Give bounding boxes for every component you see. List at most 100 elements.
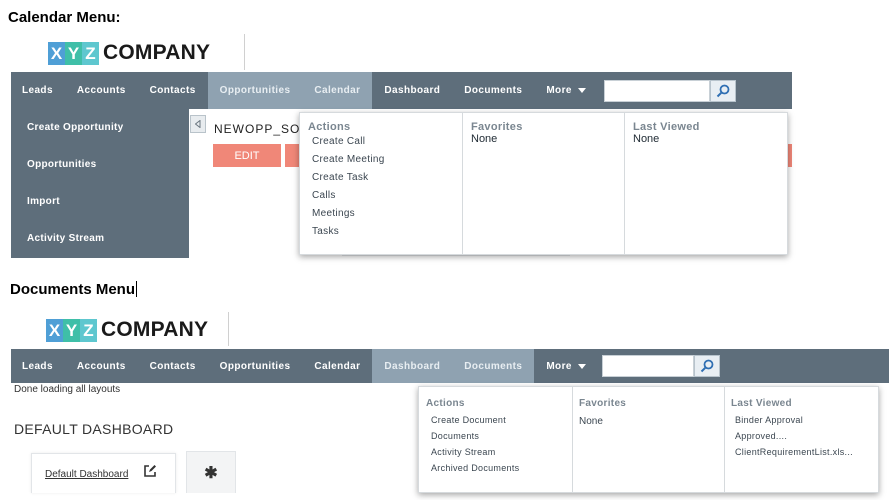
dropdown-activity-stream[interactable]: Activity Stream <box>431 447 572 457</box>
nav-more[interactable]: More <box>534 72 598 109</box>
submenu-import[interactable]: Import <box>11 183 189 220</box>
chevron-down-icon <box>577 88 586 93</box>
nav-contacts-label: Contacts <box>149 360 196 372</box>
search-input[interactable] <box>603 79 710 102</box>
company-logo-2: X Y Z COMPANY <box>46 318 208 342</box>
nav-calendar[interactable]: Calendar <box>302 349 372 383</box>
nav-opportunities-label: Opportunities <box>219 85 291 96</box>
nav-leads[interactable]: Leads <box>11 349 65 383</box>
dropdown-favorites-heading: Favorites <box>471 121 523 133</box>
tab-default-dashboard-label: Default Dashboard <box>45 469 129 480</box>
dropdown-recent-client-requirement[interactable]: ClientRequirementList.xls... <box>735 447 878 457</box>
dropdown-create-task[interactable]: Create Task <box>312 172 462 183</box>
nav-opportunities[interactable]: Opportunities <box>207 72 303 109</box>
dropdown-recent-binder-approval[interactable]: Binder Approval <box>735 415 878 425</box>
nav-dashboard[interactable]: Dashboard <box>372 72 452 109</box>
dropdown-meetings[interactable]: Meetings <box>312 208 462 219</box>
status-text: Done loading all layouts <box>14 384 121 395</box>
add-tab-button[interactable]: ✱ <box>186 451 236 493</box>
calendar-dropdown: Actions Create Call Create Meeting Creat… <box>299 112 788 255</box>
dropdown-create-call[interactable]: Create Call <box>312 136 462 147</box>
dropdown-favorites-column: Favorites None <box>463 113 625 254</box>
asterisk-icon: ✱ <box>204 464 218 482</box>
nav-dashboard-label: Dashboard <box>384 85 441 96</box>
top-nav-bar-2: Leads Accounts Contacts Opportunities Ca… <box>11 349 889 383</box>
tab-default-dashboard[interactable]: Default Dashboard <box>31 453 176 493</box>
logo-wordmark: COMPANY <box>101 318 209 341</box>
logo-wordmark: COMPANY <box>103 41 211 64</box>
nav-opportunities[interactable]: Opportunities <box>208 349 303 383</box>
dropdown-actions-column: Actions Create Call Create Meeting Creat… <box>300 113 463 254</box>
nav-contacts[interactable]: Contacts <box>138 72 208 109</box>
triangle-left-icon <box>195 120 201 128</box>
page-title: DEFAULT DASHBOARD <box>14 421 174 437</box>
text-cursor <box>136 281 138 297</box>
documents-dropdown: Actions Create Document Documents Activi… <box>418 386 879 493</box>
opportunities-submenu: Create Opportunity Opportunities Import … <box>11 109 189 258</box>
pencil-square-icon[interactable] <box>143 464 157 478</box>
dropdown-favorites-heading: Favorites <box>579 398 627 409</box>
logo-divider <box>228 312 229 346</box>
nav-accounts[interactable]: Accounts <box>65 72 138 109</box>
search-icon <box>700 359 714 373</box>
nav-opportunities-label: Opportunities <box>219 360 291 372</box>
nav-documents[interactable]: Documents <box>452 349 535 383</box>
logo-letter-z: Z <box>82 41 99 65</box>
edit-button[interactable]: EDIT <box>213 144 281 167</box>
search-button[interactable] <box>709 79 736 102</box>
dropdown-recent-approved[interactable]: Approved.... <box>735 431 878 441</box>
nav-more-label: More <box>546 85 572 96</box>
company-logo: X Y Z COMPANY <box>48 41 210 65</box>
logo-letter-z: Z <box>80 318 97 342</box>
nav-dashboard-label: Dashboard <box>384 360 441 372</box>
dropdown-last-viewed-heading: Last Viewed <box>633 121 700 133</box>
calendar-menu-heading: Calendar Menu: <box>8 9 121 26</box>
record-title: NEWOPP_SO <box>214 122 301 136</box>
search-input[interactable] <box>601 355 694 377</box>
dropdown-actions-heading: Actions <box>426 398 465 409</box>
dropdown-favorites-value: None <box>579 416 603 427</box>
dropdown-create-meeting[interactable]: Create Meeting <box>312 154 462 165</box>
dropdown-actions-heading: Actions <box>308 121 351 133</box>
nav-calendar[interactable]: Calendar <box>302 72 373 109</box>
nav-accounts[interactable]: Accounts <box>65 349 138 383</box>
nav-documents-label: Documents <box>464 360 523 372</box>
nav-accounts-label: Accounts <box>76 85 126 96</box>
nav-documents[interactable]: Documents <box>452 72 534 109</box>
nav-more[interactable]: More <box>534 349 598 383</box>
dropdown-last-viewed-heading: Last Viewed <box>731 398 792 409</box>
dropdown-tasks[interactable]: Tasks <box>312 226 462 237</box>
nav-calendar-label: Calendar <box>314 360 361 372</box>
dropdown-archived-documents[interactable]: Archived Documents <box>431 463 572 473</box>
documents-menu-heading-text: Documents Menu <box>10 281 136 298</box>
search-button[interactable] <box>693 355 720 377</box>
nav-calendar-label: Calendar <box>314 85 361 96</box>
dropdown-actions-column: Actions Create Document Documents Activi… <box>419 387 573 492</box>
documents-menu-heading: Documents Menu <box>10 281 138 298</box>
logo-letter-x: X <box>48 41 65 65</box>
dropdown-favorites-column: Favorites None <box>573 387 725 492</box>
dropdown-create-document[interactable]: Create Document <box>431 415 572 425</box>
chevron-down-icon <box>577 363 586 369</box>
submenu-opportunities[interactable]: Opportunities <box>11 146 189 183</box>
nav-more-label: More <box>546 360 572 372</box>
logo-letter-y: Y <box>65 41 82 65</box>
dropdown-last-viewed-column: Last Viewed Binder Approval Approved....… <box>725 387 878 492</box>
nav-leads[interactable]: Leads <box>11 72 65 109</box>
collapse-button[interactable] <box>190 115 206 133</box>
search-icon <box>716 84 730 97</box>
submenu-activity-stream[interactable]: Activity Stream <box>11 220 189 257</box>
dropdown-calls[interactable]: Calls <box>312 190 462 201</box>
dropdown-last-viewed-value: None <box>633 133 660 145</box>
nav-leads-label: Leads <box>22 360 53 372</box>
submenu-create-opportunity[interactable]: Create Opportunity <box>11 109 189 146</box>
dropdown-last-viewed-column: Last Viewed None <box>625 113 787 254</box>
nav-dashboard[interactable]: Dashboard <box>372 349 453 383</box>
top-nav-bar: Leads Accounts Contacts Opportunities Ca… <box>11 72 792 109</box>
dropdown-documents[interactable]: Documents <box>431 431 572 441</box>
nav-accounts-label: Accounts <box>76 360 126 372</box>
nav-contacts[interactable]: Contacts <box>138 349 208 383</box>
action-button-partial[interactable] <box>285 144 299 167</box>
nav-contacts-label: Contacts <box>149 85 196 96</box>
nav-leads-label: Leads <box>22 85 53 96</box>
